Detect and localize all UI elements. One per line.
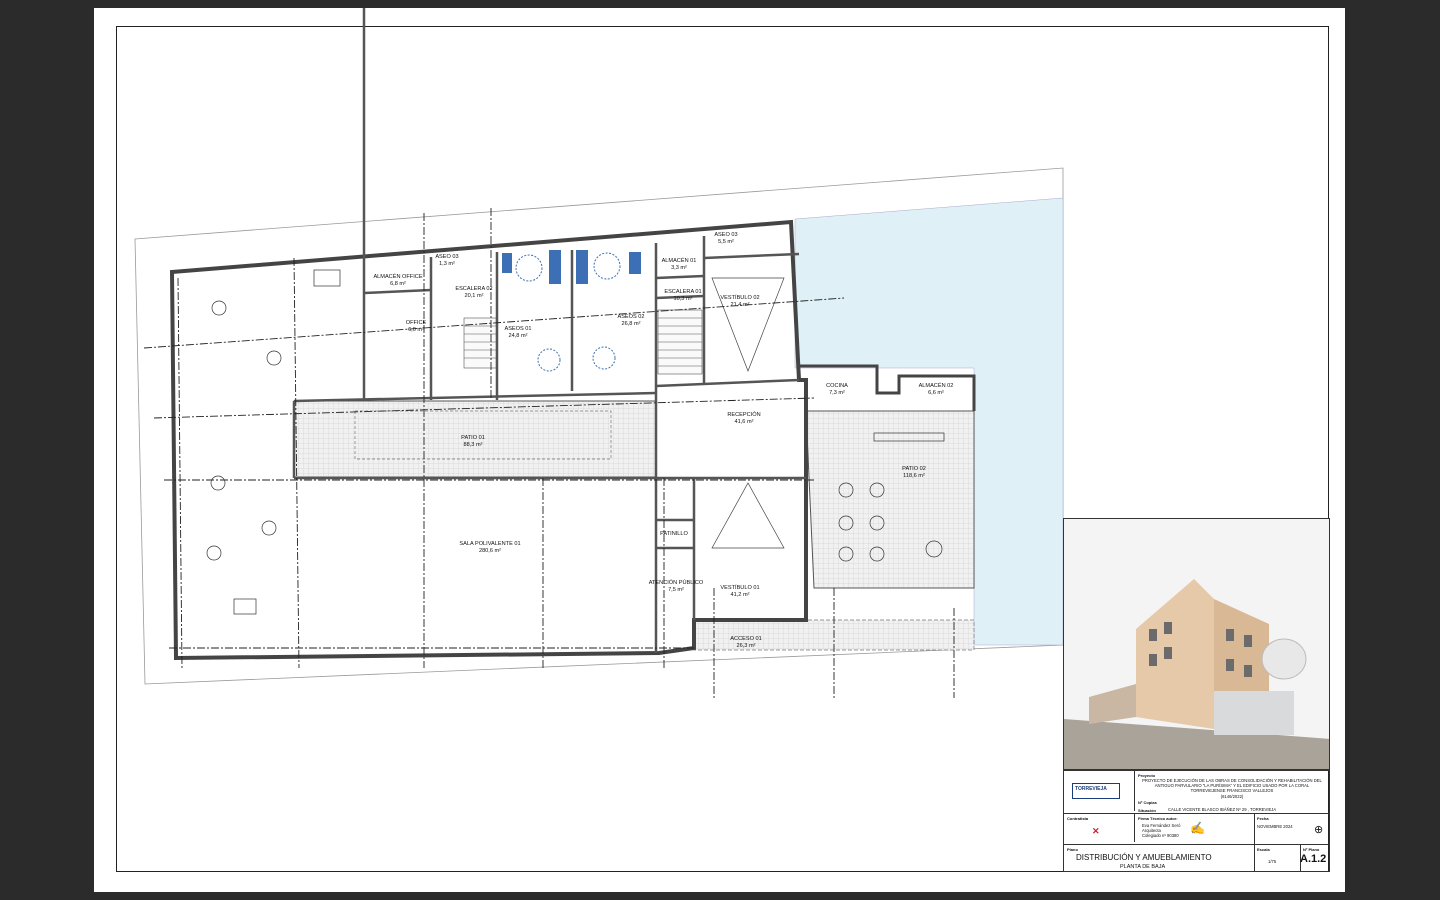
num-plano-label: Nº Plano: [1303, 847, 1320, 852]
room-area-cocina: 7,3 m²: [829, 390, 845, 396]
room-area-vestibulo-01: 41,2 m²: [731, 592, 750, 598]
room-name-almacen-office: ALMACÉN OFFICE: [373, 273, 422, 280]
room-name-aseos-01: ASEOS 01: [504, 326, 531, 332]
title-block: TORREVIEJA Proyecto PROYECTO DE EJECUCIÓ…: [1063, 770, 1330, 872]
room-name-almacen-01: ALMACÉN 01: [662, 257, 697, 264]
room-name-sala-polivalente-01: SALA POLIVALENTE 01: [459, 541, 520, 547]
room-name-patio-02: PATIO 02: [902, 466, 926, 472]
room-name-recepcion: RECEPCIÓN: [727, 411, 760, 418]
room-area-vestibulo-02: 21,4 m²: [731, 302, 750, 308]
room-area-sala-polivalente-01: 280,6 m²: [479, 548, 501, 554]
room-name-cocina: COCINA: [826, 383, 848, 389]
drawing-sheet: ALMACÉN OFFICE 6,8 m² ASEO 03 1,3 m² ESCALER…: [94, 8, 1345, 892]
room-area-escalera-02: 20,1 m²: [465, 293, 484, 299]
fecha-label: Fecha: [1257, 816, 1269, 821]
contractor-logo: ✕: [1092, 826, 1100, 836]
room-area-aseo-03b: 5,5 m²: [718, 239, 734, 245]
room-area-escalera-01: 10,3 m²: [674, 296, 693, 302]
proyecto-text: PROYECTO DE EJECUCIÓN DE LAS OBRAS DE CO…: [1142, 778, 1322, 793]
plano-titulo: DISTRIBUCIÓN Y AMUEBLAMIENTO: [1076, 853, 1212, 862]
plano-subtitulo: PLANTA DE BAJA: [1120, 864, 1166, 870]
north-arrow-icon: ⊕: [1314, 824, 1324, 836]
building-render: [1063, 518, 1330, 770]
plano-label: Plano: [1067, 847, 1078, 852]
contratista-label: Contratista: [1067, 816, 1089, 821]
room-area-aseos-01: 24,8 m²: [509, 333, 528, 339]
copias-label: Nº Copias: [1138, 800, 1157, 805]
room-name-vestibulo-01: VESTÍBULO 01: [720, 584, 759, 591]
signature-icon: ✍: [1190, 821, 1205, 835]
room-area-patio-02: 118,6 m²: [903, 473, 925, 479]
room-area-patio-01: 88,3 m²: [464, 442, 483, 448]
room-area-recepcion: 41,6 m²: [735, 419, 754, 425]
interior-walls: [292, 8, 806, 653]
autor-colegiado: Colegiado nº 90380: [1142, 833, 1179, 838]
room-area-aseos-02: 26,8 m²: [622, 321, 641, 327]
num-plano: A.1.2: [1300, 853, 1327, 865]
room-area-aseo-03: 1,3 m²: [439, 261, 455, 267]
patio-02-paving: [805, 410, 975, 589]
room-name-aseo-03b: ASEO 03: [714, 232, 737, 238]
room-area-acceso-01: 26,3 m²: [737, 643, 756, 649]
room-name-office: OFFICE: [406, 320, 427, 326]
room-name-escalera-02: ESCALERA 02: [455, 286, 492, 292]
room-name-escalera-01: ESCALERA 01: [664, 289, 701, 295]
fecha: NOVIEMBRE 2024: [1257, 824, 1293, 829]
escala-label: Escala: [1257, 847, 1270, 852]
room-area-atencion-publico: 7,5 m²: [668, 587, 684, 593]
room-name-patinillo: PATINILLO: [660, 531, 688, 537]
situacion-text: CALLE VICENTE BLASCO IBÁÑEZ Nº 29 , TORR…: [1168, 807, 1277, 812]
firma-label: Firma Técnico autor:: [1138, 816, 1178, 821]
room-name-acceso-01: ACCESO 01: [730, 636, 761, 642]
situacion-label: Situación: [1138, 808, 1157, 813]
client-logo: TORREVIEJA: [1072, 783, 1120, 799]
room-area-almacen-02: 6,6 m²: [928, 390, 944, 396]
expediente: (6146/2022): [1220, 794, 1244, 799]
room-area-office: 6,0 m²: [408, 327, 424, 333]
stairs: [463, 309, 703, 375]
room-name-almacen-02: ALMACÉN 02: [919, 382, 954, 389]
room-name-vestibulo-02: VESTÍBULO 02: [720, 294, 759, 301]
room-area-almacen-01: 3,3 m²: [671, 265, 687, 271]
room-area-almacen-office: 6,8 m²: [390, 281, 406, 287]
room-name-aseo-03: ASEO 03: [435, 254, 458, 260]
room-name-atencion-publico: ATENCIÓN PÚBLICO: [649, 579, 704, 586]
turning-circles: [515, 252, 621, 372]
escala: 1/75: [1268, 859, 1277, 864]
room-name-aseos-02: ASEOS 02: [617, 314, 644, 320]
room-name-patio-01: PATIO 01: [461, 435, 485, 441]
